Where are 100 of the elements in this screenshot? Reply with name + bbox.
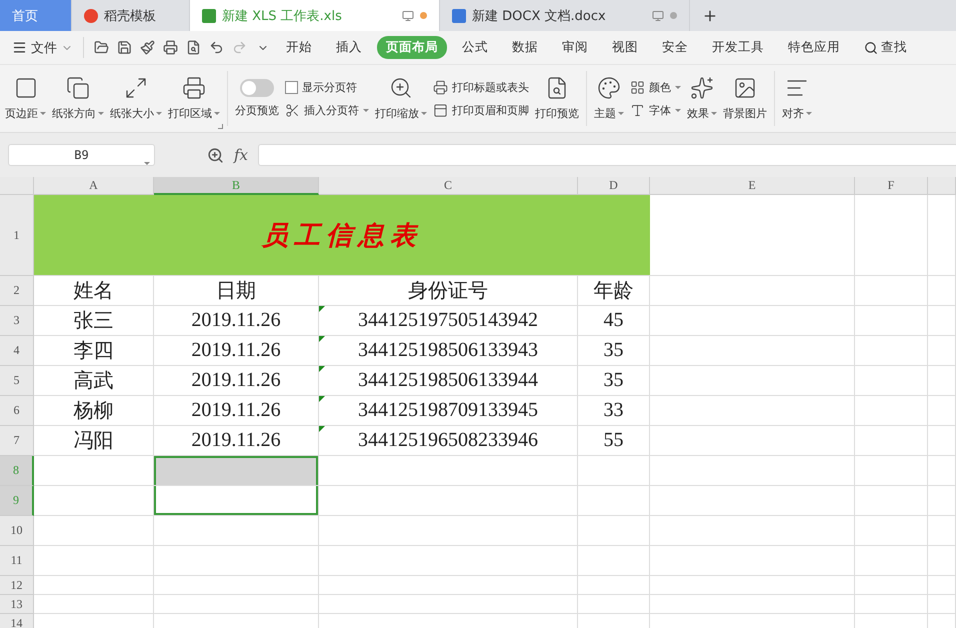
title-cell: 员工信息表 [34,195,650,276]
pages-icon [66,76,90,100]
table-cell: 344125197505143942 [319,306,578,336]
row-header[interactable]: 14 [0,614,34,628]
ribbon-button[interactable]: 背景图片 [720,65,770,132]
table-cell: 杨柳 [34,396,154,426]
column-header[interactable]: A [34,177,154,195]
header-icon [433,102,448,118]
page-break-icon [285,102,300,118]
ribbon-button[interactable]: 页边距 [2,65,49,132]
ribbon-button[interactable]: 颜色 [628,80,683,94]
table-cell [578,546,650,576]
row-header[interactable]: 10 [0,516,34,546]
caret-icon [144,162,150,165]
table-cell [578,486,650,516]
ribbon-tab[interactable]: 数据 [503,36,547,59]
table-cell [928,546,956,576]
search-button[interactable]: 查找 [858,38,913,57]
table-cell [928,336,956,366]
printer-icon [182,76,206,100]
menu-icon [12,40,27,55]
formula-input[interactable] [258,144,956,166]
table-cell [928,576,956,595]
monitor-icon[interactable] [402,10,414,22]
picture-icon [733,76,757,100]
table-cell: 55 [578,426,650,456]
row-header[interactable]: 4 [0,336,34,366]
resize-icon [124,76,148,100]
ribbon-button[interactable]: 纸张大小 [107,65,165,132]
ribbon-tab[interactable]: 审阅 [553,36,597,59]
column-header[interactable]: F [855,177,928,195]
name-box[interactable]: B9 [8,144,155,166]
tab-label: 新建 XLS 工作表.xls [222,8,343,24]
table-cell: 2019.11.26 [154,426,319,456]
table-cell: 冯阳 [34,426,154,456]
ribbon-tab[interactable]: 开发工具 [703,36,773,59]
monitor-icon[interactable] [652,10,664,22]
row-header[interactable]: 13 [0,595,34,614]
ribbon-tab[interactable]: 公式 [453,36,497,59]
table-cell: 张三 [34,306,154,336]
tab-label: 首页 [12,8,39,24]
page-break-preview-toggle[interactable]: 分页预览 [232,65,282,132]
palette-icon [597,76,621,100]
table-cell: 45 [578,306,650,336]
ribbon-button[interactable]: 对齐 [779,65,815,132]
column-header[interactable]: D [578,177,650,195]
font-icon [630,102,645,118]
tab-label: 新建 DOCX 文档.docx [472,8,607,24]
ribbon-tab[interactable]: 特色应用 [779,36,849,59]
table-cell: 日期 [154,276,319,306]
ribbon-button[interactable]: 插入分页符 [283,102,371,118]
checkbox[interactable]: 显示分页符 [283,80,371,94]
ribbon-button[interactable]: 打印页眉和页脚 [431,102,531,118]
row-header[interactable]: 1 [0,195,34,276]
table-cell: 344125198506133943 [319,336,578,366]
row-header[interactable]: 11 [0,546,34,576]
table-cell: 姓名 [34,276,154,306]
ribbon-button[interactable]: 纸张方向 [49,65,107,132]
row-header[interactable]: 2 [0,276,34,306]
table-cell: 2019.11.26 [154,336,319,366]
table-cell: 身份证号 [319,276,578,306]
table-cell [928,366,956,396]
ribbon-tab[interactable]: 开始 [277,36,321,59]
row-header[interactable]: 5 [0,366,34,396]
column-header[interactable]: C [319,177,578,195]
checkbox-icon [285,80,298,94]
ribbon-tab[interactable]: 安全 [653,36,697,59]
grid-icon [630,80,645,94]
table-cell [578,516,650,546]
document-icon [452,8,466,22]
ribbon-tab[interactable]: 视图 [603,36,647,59]
zoom-icon[interactable] [207,146,224,164]
tab-label: 稻壳模板 [104,8,157,24]
sparkle-icon [690,76,714,100]
ribbon-button[interactable]: 打印区域 [165,65,223,132]
file-menu[interactable]: 文件 [8,38,77,56]
document-tab[interactable]: 新建 XLS 工作表.xls [190,0,440,31]
row-header[interactable]: 7 [0,426,34,456]
row-header[interactable]: 6 [0,396,34,426]
table-cell [928,486,956,516]
ribbon-button[interactable]: 字体 [628,102,683,118]
ribbon-button[interactable]: 打印缩放 [372,65,430,132]
table-cell: 高武 [34,366,154,396]
ribbon-button[interactable]: 打印预览 [532,65,582,132]
table-cell: 35 [578,336,650,366]
table-cell [928,516,956,546]
search-icon [864,40,878,54]
function-label[interactable]: fx [234,146,248,164]
table-cell: 2019.11.26 [154,396,319,426]
row-header[interactable]: 12 [0,576,34,595]
dialog-launcher-icon[interactable] [218,124,223,129]
page-icon [14,76,38,100]
table-cell: 344125198506133944 [319,366,578,396]
ribbon-button[interactable]: 效果 [684,65,720,132]
ribbon-tab[interactable]: 插入 [327,36,371,59]
ribbon-button[interactable]: 打印标题或表头 [431,80,531,94]
row-header[interactable]: 3 [0,306,34,336]
ribbon-button[interactable]: 主题 [591,65,627,132]
zoom-icon [389,76,413,100]
column-header[interactable]: E [650,177,855,195]
